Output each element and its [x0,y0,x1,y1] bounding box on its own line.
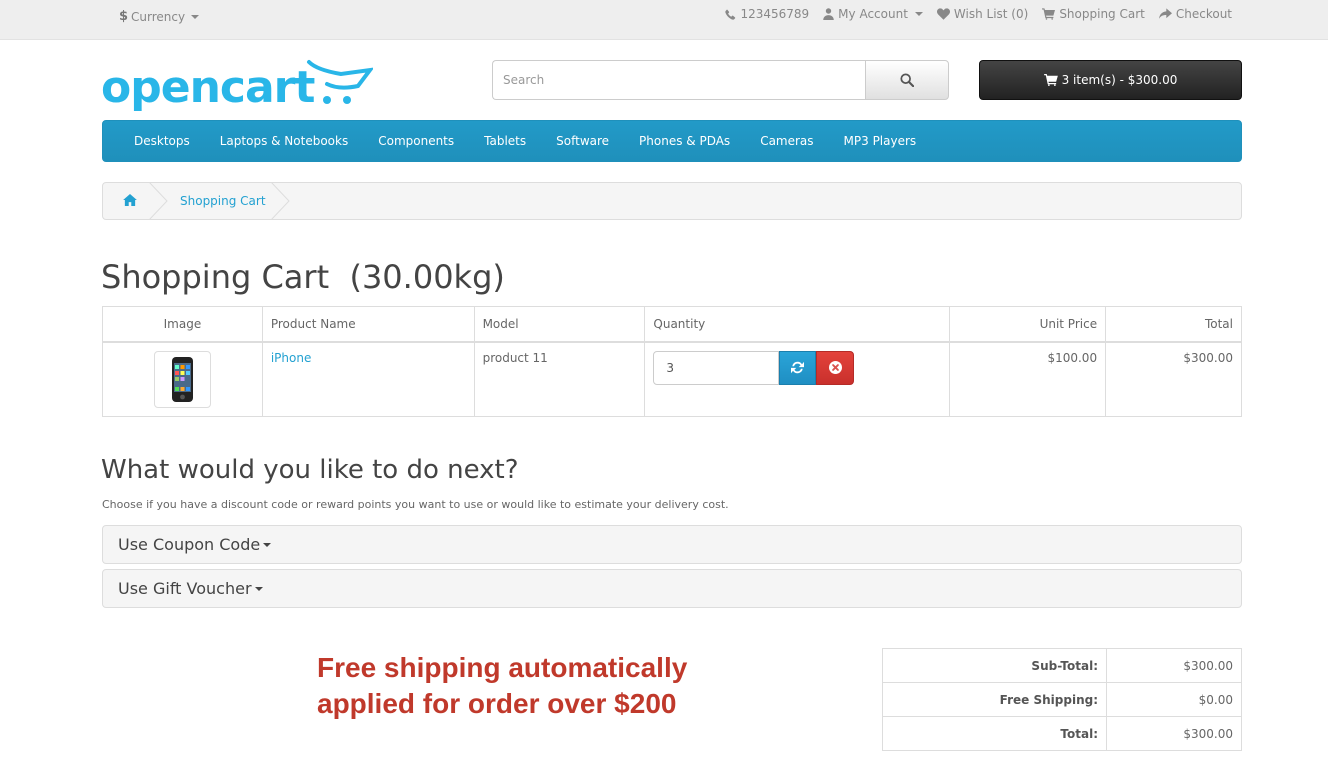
totals-row-total: Total: $300.00 [882,716,1242,751]
breadcrumb-item-shopping-cart[interactable]: Shopping Cart [180,194,266,208]
cart-summary-label: 3 item(s) - $300.00 [1061,73,1178,87]
product-name-cell: iPhone [261,341,475,417]
logo-cart-swoosh [307,60,375,90]
product-thumbnail[interactable] [153,350,211,408]
iphone-image [171,356,193,402]
checkout-link[interactable]: Checkout [1158,7,1232,21]
user-icon [823,8,834,20]
shopping-cart-label: Shopping Cart [1059,7,1145,21]
total-label: Total: [882,716,1107,751]
header-unit-price: Unit Price [949,306,1107,343]
update-quantity-button[interactable] [779,350,817,385]
menu-item-components[interactable]: Components [363,134,469,148]
remove-item-button[interactable] [816,350,855,385]
voucher-panel-toggle[interactable]: Use Gift Voucher [102,569,1242,608]
cart-table-header: Image Product Name Model Quantity Unit P… [102,306,1242,343]
wish-list-label: Wish List (0) [953,7,1029,21]
totals-row-subtotal: Sub-Total: $300.00 [882,648,1242,683]
wish-list-link[interactable]: Wish List (0) [936,7,1029,21]
top-links: 123456789 My Account Wish List (0) Shopp… [725,7,1232,21]
subtotal-value: $300.00 [1106,648,1242,683]
currency-label: Currency [131,9,186,24]
cart-summary-button[interactable]: 3 item(s) - $300.00 [979,60,1242,100]
menu-item-tablets[interactable]: Tablets [469,134,541,148]
share-icon [1158,8,1172,19]
coupon-panel-label: Use Coupon Code [118,535,261,554]
refresh-icon [791,361,805,374]
phone-number: 123456789 [740,7,810,21]
breadcrumb-separator [149,182,168,220]
voucher-panel-label: Use Gift Voucher [118,579,252,598]
header-image: Image [102,306,263,343]
caret-down-icon [263,542,272,547]
promo-line-2: applied for order over $200 [317,688,677,719]
promo-line-1: Free shipping automatically [317,652,688,683]
menu-item-laptops[interactable]: Laptops & Notebooks [205,134,363,148]
menu-item-cameras[interactable]: Cameras [745,134,828,148]
totals-row-shipping: Free Shipping: $0.00 [882,682,1242,717]
main-menu: Desktops Laptops & Notebooks Components … [102,120,1242,162]
caret-down-icon [914,12,923,16]
caret-down-icon [254,586,263,591]
search-group [492,60,949,100]
cart-table: Image Product Name Model Quantity Unit P… [102,306,1242,417]
header-total: Total [1105,306,1242,343]
order-totals-table: Sub-Total: $300.00 Free Shipping: $0.00 … [882,648,1242,751]
breadcrumb: Shopping Cart [102,182,1242,220]
shipping-label: Free Shipping: [882,682,1107,717]
coupon-panel-toggle[interactable]: Use Coupon Code [102,525,1242,564]
row-total: $300.00 [1105,341,1242,417]
header-model: Model [473,306,646,343]
shopping-cart-link[interactable]: Shopping Cart [1042,7,1145,21]
menu-item-mp3[interactable]: MP3 Players [829,134,932,148]
breadcrumb-home[interactable] [123,194,137,209]
unit-price: $100.00 [949,341,1107,417]
heart-icon [936,8,950,20]
product-image-cell [102,341,263,417]
menu-item-software[interactable]: Software [541,134,624,148]
free-shipping-promo: Free shipping automatically applied for … [317,650,687,722]
currency-dropdown[interactable]: $ Currency [119,9,200,24]
total-value: $300.00 [1106,716,1242,751]
caret-down-icon [191,14,200,19]
product-name-link[interactable]: iPhone [271,351,312,365]
times-circle-icon [828,361,842,374]
quantity-cell [644,341,951,417]
logo-text: opencart [101,62,315,113]
cart-icon [1043,74,1058,86]
home-icon [123,194,137,206]
search-input[interactable] [492,60,865,100]
header-product-name: Product Name [261,306,475,343]
quantity-input[interactable] [653,350,780,385]
menu-item-desktops[interactable]: Desktops [119,134,205,148]
search-button[interactable] [865,60,949,100]
logo-wheel-left [323,96,331,104]
next-steps-title: What would you like to do next? [101,455,519,485]
phone-icon [725,9,736,20]
phone-link[interactable]: 123456789 [725,7,809,21]
top-bar: $ Currency 123456789 My Account Wish Lis… [0,0,1328,40]
my-account-label: My Account [838,7,908,21]
page-title: Shopping Cart (30.00kg) [101,258,505,296]
menu-item-phones[interactable]: Phones & PDAs [624,134,745,148]
search-icon [900,73,914,87]
checkout-label: Checkout [1175,7,1232,21]
product-model: product 11 [473,341,646,417]
shipping-value: $0.00 [1106,682,1242,717]
next-steps-description: Choose if you have a discount code or re… [102,498,729,511]
quantity-group [653,350,941,385]
header-quantity: Quantity [644,306,951,343]
my-account-dropdown[interactable]: My Account [823,7,923,21]
cart-icon [1042,8,1056,20]
table-row: iPhone product 11 $100.00 $300.00 [102,341,1242,417]
logo-wheel-right [343,96,351,104]
subtotal-label: Sub-Total: [882,648,1107,683]
opencart-logo[interactable]: opencart [101,56,375,114]
currency-symbol: $ [119,9,129,24]
logo-graphic: opencart [101,60,375,113]
breadcrumb-separator [271,182,290,220]
